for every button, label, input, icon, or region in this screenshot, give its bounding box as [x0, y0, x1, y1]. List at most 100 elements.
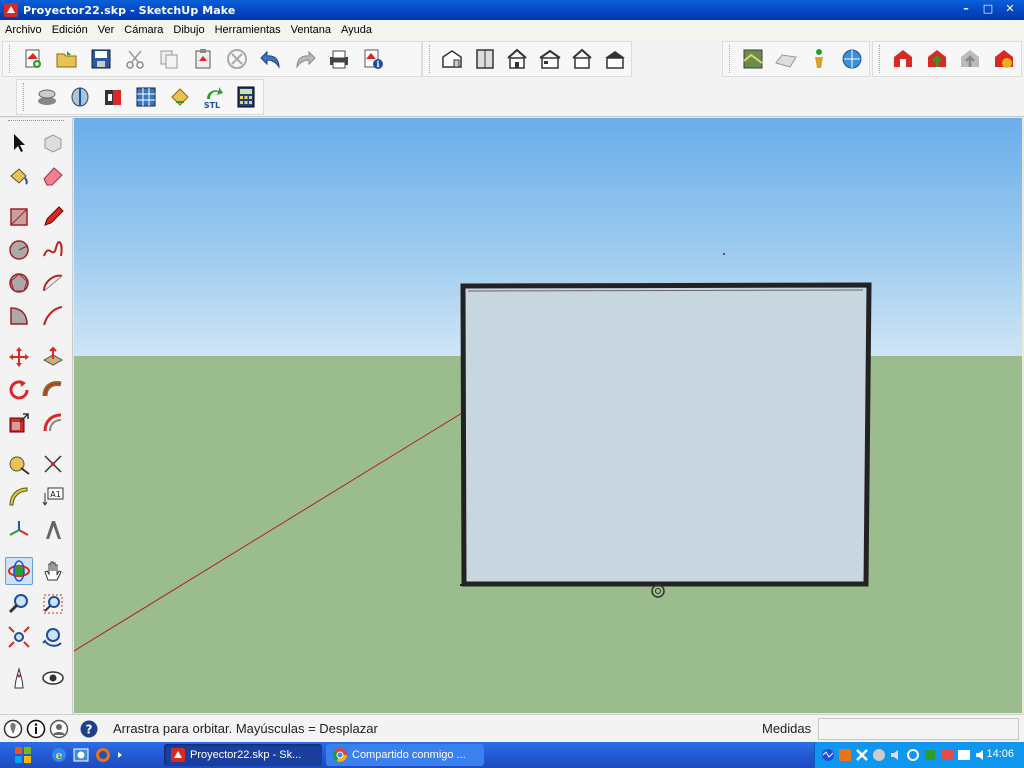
3d-text-tool[interactable]: [39, 516, 67, 544]
component-tool[interactable]: [39, 129, 67, 157]
audio-icon[interactable]: [889, 748, 903, 762]
share-component-button[interactable]: [955, 44, 985, 74]
front-view-button[interactable]: [503, 44, 532, 74]
select-tool[interactable]: [5, 129, 33, 157]
freehand-tool[interactable]: [39, 236, 67, 264]
rotate-tool[interactable]: [5, 376, 33, 404]
scale-tool[interactable]: [5, 409, 33, 437]
save-button[interactable]: [86, 44, 116, 74]
menu-archivo[interactable]: Archivo: [0, 24, 47, 36]
toggle-terrain-button[interactable]: [771, 44, 800, 74]
measurements-input[interactable]: [818, 718, 1019, 740]
close-button[interactable]: ✕: [1000, 2, 1020, 18]
update-icon[interactable]: [838, 748, 852, 762]
orbit-tool[interactable]: [5, 556, 33, 585]
circle-tool[interactable]: [5, 236, 33, 264]
taskbar-task-sketchup[interactable]: Proyector22.skp - Sk...: [164, 744, 322, 766]
paint-bucket-tool[interactable]: [5, 162, 33, 190]
protractor-tool[interactable]: [5, 483, 33, 511]
pie-tool[interactable]: [5, 302, 33, 330]
look-around-tool[interactable]: [39, 664, 67, 692]
rectangle-tool[interactable]: [5, 203, 33, 231]
minimize-button[interactable]: –: [956, 2, 976, 18]
polygon-tool[interactable]: [5, 269, 33, 297]
maximize-button[interactable]: □: [978, 2, 998, 18]
menu-herramientas[interactable]: Herramientas: [210, 24, 286, 36]
menu-dibujo[interactable]: Dibujo: [168, 24, 209, 36]
extension-warehouse-button[interactable]: [989, 44, 1019, 74]
close-x-icon[interactable]: [855, 748, 869, 762]
axes-tool[interactable]: [5, 516, 33, 544]
sandbox-button[interactable]: [32, 82, 61, 112]
arc-tool[interactable]: [39, 269, 67, 297]
menu-ventana[interactable]: Ventana: [286, 24, 336, 36]
open-button[interactable]: [52, 44, 82, 74]
user-icon[interactable]: [49, 719, 69, 739]
chat-icon[interactable]: [940, 748, 954, 762]
start-button[interactable]: [0, 742, 46, 768]
sync-icon[interactable]: [906, 748, 920, 762]
toolbar-grip[interactable]: [879, 45, 882, 73]
share-model-button[interactable]: [922, 44, 952, 74]
print-button[interactable]: [324, 44, 354, 74]
media-icon[interactable]: [957, 748, 971, 762]
tape-measure-tool[interactable]: [5, 450, 33, 478]
calculator-button[interactable]: [232, 82, 261, 112]
iso-view-button[interactable]: [438, 44, 467, 74]
toolbar-grip[interactable]: [729, 45, 732, 73]
stl-button[interactable]: STL: [198, 82, 227, 112]
grid-button[interactable]: [132, 82, 161, 112]
taskbar-task-chrome[interactable]: Compartido conmigo ...: [326, 744, 484, 766]
follow-me-tool[interactable]: [39, 376, 67, 404]
push-pull-tool[interactable]: [39, 343, 67, 371]
erase-button[interactable]: [222, 44, 252, 74]
redo-button[interactable]: [290, 44, 320, 74]
menu-camara[interactable]: Cámara: [119, 24, 168, 36]
firefox-icon[interactable]: [94, 746, 112, 764]
zoom-extents-tool[interactable]: [5, 623, 33, 651]
zoom-window-tool[interactable]: [39, 590, 67, 618]
undo-button[interactable]: [256, 44, 286, 74]
get-models-warehouse-button[interactable]: [888, 44, 918, 74]
dimension-tool[interactable]: [39, 450, 67, 478]
quick-launch-chevron-icon[interactable]: [116, 746, 124, 764]
toolbar-grip[interactable]: [23, 83, 26, 111]
arc3-tool[interactable]: [39, 302, 67, 330]
add-location-button[interactable]: [738, 44, 767, 74]
new-button[interactable]: [18, 44, 48, 74]
zoom-tool[interactable]: [5, 590, 33, 618]
menu-ver[interactable]: Ver: [93, 24, 120, 36]
geolocation-icon[interactable]: [3, 719, 23, 739]
menu-ayuda[interactable]: Ayuda: [336, 24, 377, 36]
network-icon[interactable]: [821, 748, 835, 762]
3d-viewport[interactable]: [74, 118, 1022, 713]
antivirus-icon[interactable]: [872, 748, 886, 762]
pencil-tool[interactable]: [39, 203, 67, 231]
solid-button[interactable]: [99, 82, 128, 112]
shadow-button[interactable]: [165, 82, 194, 112]
paste-button[interactable]: [188, 44, 218, 74]
text-tool[interactable]: A1: [39, 483, 67, 511]
left-view-button[interactable]: [600, 44, 629, 74]
walk-tool[interactable]: [5, 664, 33, 692]
ie-icon[interactable]: e: [50, 746, 68, 764]
info-icon[interactable]: [26, 719, 46, 739]
pan-tool[interactable]: [39, 557, 67, 585]
menu-edicion[interactable]: Edición: [47, 24, 93, 36]
eraser-tool[interactable]: [39, 162, 67, 190]
app-tray-icon[interactable]: [923, 748, 937, 762]
photo-texture-button[interactable]: [838, 44, 867, 74]
help-icon[interactable]: ?: [79, 719, 99, 739]
previous-view-tool[interactable]: [39, 623, 67, 651]
toolbar-grip[interactable]: [9, 45, 12, 73]
section-button[interactable]: [65, 82, 94, 112]
move-tool[interactable]: [5, 343, 33, 371]
copy-button[interactable]: [154, 44, 184, 74]
get-models-button[interactable]: [804, 44, 833, 74]
projector-screen[interactable]: [460, 282, 872, 598]
model-info-button[interactable]: i: [358, 44, 388, 74]
back-view-button[interactable]: [568, 44, 597, 74]
offset-tool[interactable]: [39, 409, 67, 437]
cut-button[interactable]: [120, 44, 150, 74]
top-view-button[interactable]: [470, 44, 499, 74]
